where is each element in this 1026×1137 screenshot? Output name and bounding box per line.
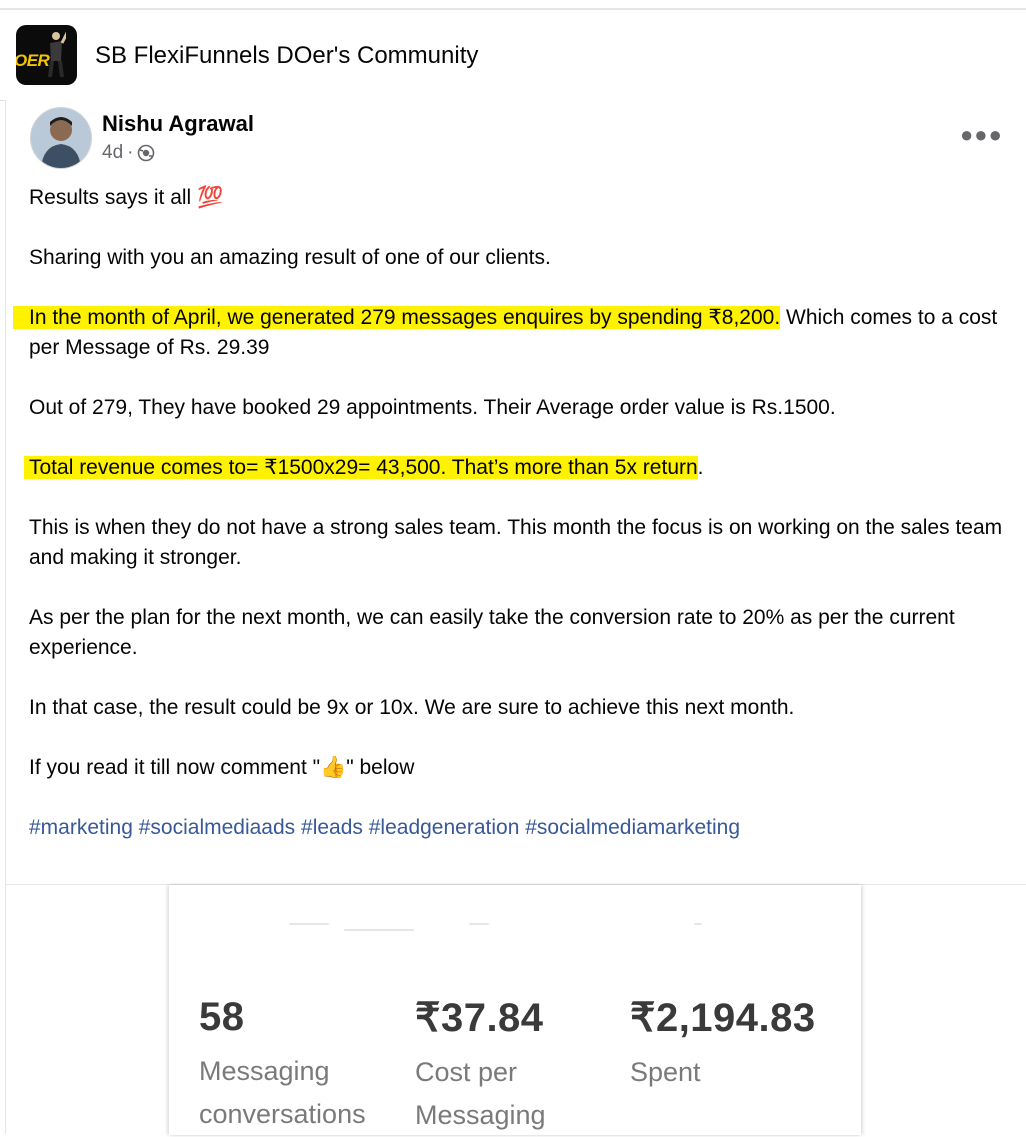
metric-label-line: Cost per xyxy=(415,1057,518,1087)
paragraph-intro: Results says it all 💯 xyxy=(29,186,224,209)
paragraph-share: Sharing with you an amazing result of on… xyxy=(29,246,551,269)
metric-label-line: Messaging xyxy=(415,1100,546,1130)
meta-separator: · xyxy=(127,142,134,163)
metric-value: ₹37.84 xyxy=(415,996,544,1040)
globe-icon xyxy=(138,144,155,162)
metric-label: Cost per Messaging xyxy=(415,1051,546,1137)
metric-value: 58 xyxy=(199,995,245,1039)
metric-value: ₹2,194.83 xyxy=(630,996,816,1040)
post-media[interactable]: 58 Messaging conversations ₹37.84 Cost p… xyxy=(6,884,1026,1135)
blur-mark xyxy=(694,923,702,925)
post-card: Nishu Agrawal 4d · ●●● Results says it a… xyxy=(5,100,1026,1135)
metric-label: Messaging conversations xyxy=(199,1050,366,1136)
paragraph-result: In that case, the result could be 9x or … xyxy=(29,696,795,719)
paragraph-revenue-rest: . xyxy=(697,456,704,479)
metric-spent: ₹2,194.83 Spent xyxy=(630,995,816,1094)
hashtag-link[interactable]: #leads xyxy=(301,816,363,839)
metric-label-line: Messaging xyxy=(199,1056,330,1086)
group-header: OER SB FlexiFunnels DOer's Community xyxy=(0,10,1026,101)
post-time[interactable]: 4d xyxy=(102,142,123,164)
highlight-april: In the month of April, we generated 279 … xyxy=(29,306,781,329)
blur-mark xyxy=(289,923,329,925)
metric-label-line: conversations xyxy=(199,1099,366,1129)
person-icon xyxy=(31,108,91,168)
more-options-icon[interactable]: ●●● xyxy=(960,122,1003,148)
ads-results-screenshot: 58 Messaging conversations ₹37.84 Cost p… xyxy=(169,885,861,1135)
metric-cost-per-messaging: ₹37.84 Cost per Messaging xyxy=(415,995,546,1137)
group-name[interactable]: SB FlexiFunnels DOer's Community xyxy=(95,42,478,70)
hashtag-link[interactable]: #marketing xyxy=(29,816,133,839)
post-body: Results says it all 💯 Sharing with you a… xyxy=(29,183,1009,873)
author-name[interactable]: Nishu Agrawal xyxy=(102,111,254,137)
hashtag-link[interactable]: #socialmediaads xyxy=(139,816,295,839)
group-logo-text: OER xyxy=(16,51,50,70)
blur-mark xyxy=(469,923,489,925)
highlight-revenue: Total revenue comes to= ₹1500x29= 43,500… xyxy=(29,456,698,479)
hashtag-link[interactable]: #socialmediamarketing xyxy=(525,816,740,839)
post-meta: 4d · xyxy=(102,142,155,164)
paragraph-appointments: Out of 279, They have booked 29 appointm… xyxy=(29,396,836,419)
paragraph-plan: As per the plan for the next month, we c… xyxy=(29,606,955,659)
paragraph-revenue: Total revenue comes to= ₹1500x29= 43,500… xyxy=(29,453,1009,483)
blur-mark xyxy=(344,929,414,931)
metric-label-line: Spent xyxy=(630,1057,701,1087)
metric-messaging-conversations: 58 Messaging conversations xyxy=(199,995,366,1136)
paragraph-sales-team: This is when they do not have a strong s… xyxy=(29,516,1003,569)
hashtag-link[interactable]: #leadgeneration xyxy=(369,816,520,839)
group-logo[interactable]: OER xyxy=(16,25,77,85)
hashtag-list: #marketing #socialmediaads #leads #leadg… xyxy=(29,813,1009,843)
author-avatar[interactable] xyxy=(30,107,92,169)
metric-label: Spent xyxy=(630,1051,816,1094)
paragraph-april: In the month of April, we generated 279 … xyxy=(29,303,1009,363)
paragraph-comment: If you read it till now comment "👍" belo… xyxy=(29,756,415,779)
